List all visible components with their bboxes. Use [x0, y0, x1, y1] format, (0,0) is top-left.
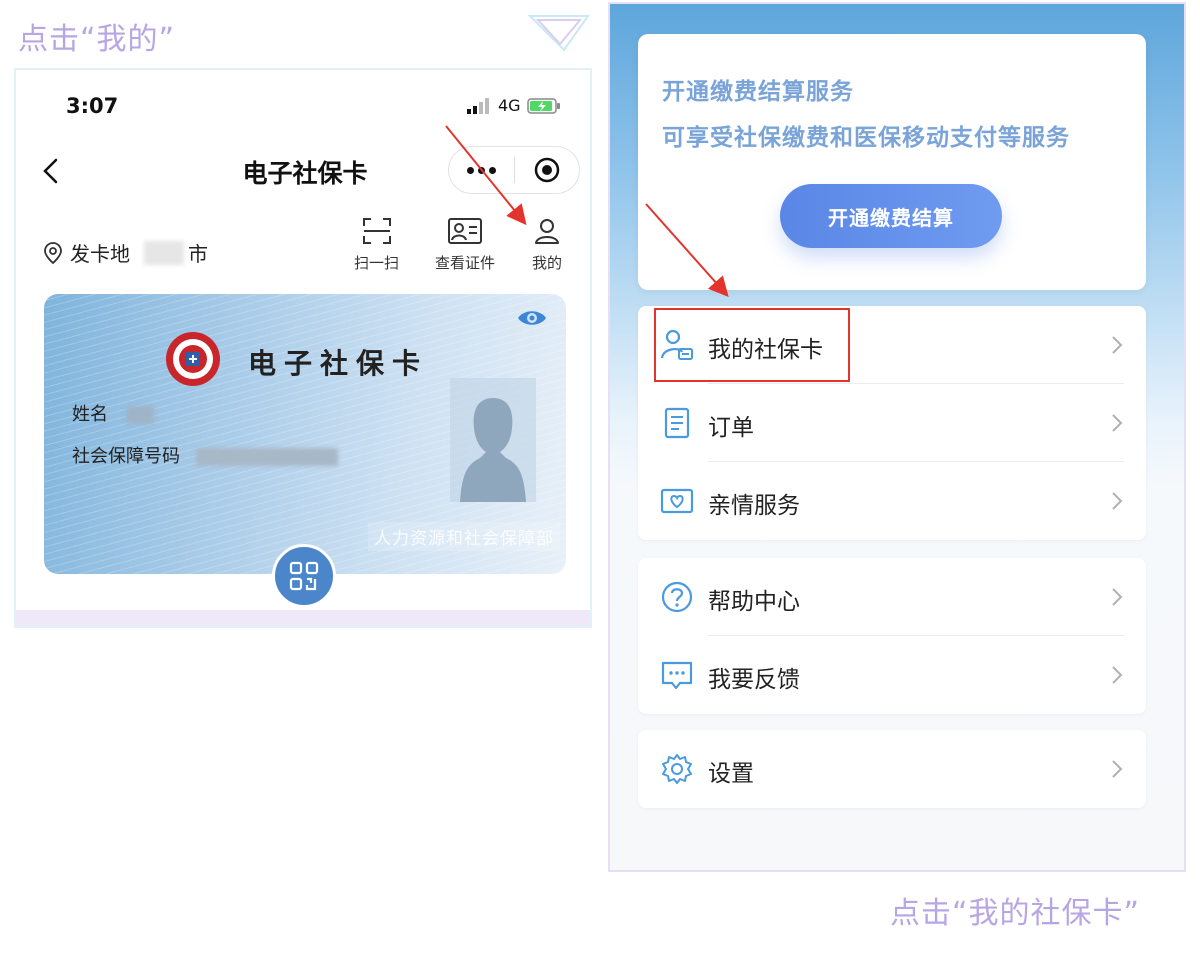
menu-label-help-center: 帮助中心	[708, 589, 800, 615]
chevron-right-icon	[1112, 336, 1123, 354]
enable-settlement-button[interactable]: 开通缴费结算	[780, 184, 1002, 248]
menu-label-orders: 订单	[708, 415, 754, 441]
payment-settlement-promo: 开通缴费结算服务 可享受社保缴费和医保移动支付等服务 开通缴费结算	[638, 34, 1146, 290]
menu-item-family-service[interactable]: 亲情服务	[638, 462, 1146, 540]
location-pin-icon	[44, 241, 62, 264]
promo-subline: 可享受社保缴费和医保移动支付等服务	[662, 125, 1070, 151]
menu-label-settings: 设置	[708, 761, 754, 787]
status-time: 3:07	[66, 94, 119, 118]
scan-icon	[362, 218, 391, 244]
location-suffix: 市	[188, 242, 208, 266]
my-profile-screen: 开通缴费结算服务 可享受社保缴费和医保移动支付等服务 开通缴费结算 我的社保卡	[608, 2, 1186, 872]
person-icon	[535, 219, 559, 244]
chevron-right-icon	[1112, 760, 1123, 778]
menu-item-help-center[interactable]: 帮助中心	[638, 558, 1146, 636]
battery-charging-icon	[526, 97, 560, 114]
issuing-location[interactable]: 发卡地 市	[42, 238, 208, 267]
signal-bars-icon	[467, 97, 489, 114]
menu-item-orders[interactable]: 订单	[638, 384, 1146, 462]
name-label: 姓名	[72, 404, 108, 425]
view-id-label: 查看证件	[435, 254, 496, 272]
menu-group-support: 帮助中心 我要反馈	[638, 558, 1146, 714]
promo-headline: 开通缴费结算服务	[662, 79, 854, 105]
decorative-triangle-icon	[528, 15, 590, 52]
menu-group-primary: 我的社保卡 订单 亲情服务	[638, 306, 1146, 540]
my-profile-label: 我的	[532, 254, 563, 272]
id-card-icon	[448, 218, 482, 244]
location-prefix: 发卡地	[70, 242, 130, 266]
card-title: 电子社保卡	[248, 347, 429, 380]
card-issuer: 人力资源和社会保障部	[368, 522, 560, 551]
scan-label: 扫一扫	[354, 254, 400, 272]
number-label: 社会保障号码	[72, 446, 180, 467]
card-name-row: 姓名	[72, 400, 154, 426]
gear-icon	[662, 754, 692, 784]
menu-item-settings[interactable]: 设置	[638, 730, 1146, 808]
blurred-number	[195, 448, 338, 466]
target-circle-icon[interactable]	[515, 156, 579, 184]
annotation-highlight-box	[654, 308, 850, 382]
chevron-right-icon	[1112, 588, 1123, 606]
mini-program-home-screen: 3:07 4G 电子社保卡 发卡地 市 扫一扫 查看证件 我的 电子社保卡 姓名…	[14, 68, 592, 628]
mini-program-capsule	[448, 146, 580, 194]
status-indicators: 4G	[466, 96, 563, 115]
card-number-row: 社会保障号码	[72, 442, 338, 468]
menu-label-family-service: 亲情服务	[708, 493, 800, 519]
social-security-card[interactable]: 电子社保卡 姓名 社会保障号码 人力资源和社会保障部	[44, 294, 566, 574]
qr-code-button[interactable]	[272, 544, 336, 608]
menu-item-my-card[interactable]: 我的社保卡	[638, 306, 1146, 384]
my-profile-action[interactable]: 我的	[532, 216, 562, 273]
document-icon	[664, 407, 690, 439]
chevron-right-icon	[1112, 666, 1123, 684]
panel-bottom-band	[16, 610, 590, 626]
heart-card-icon	[660, 488, 694, 514]
portrait-photo	[450, 378, 536, 502]
social-security-emblem	[166, 332, 220, 386]
menu-item-feedback[interactable]: 我要反馈	[638, 636, 1146, 714]
scan-action[interactable]: 扫一扫	[354, 216, 399, 273]
blurred-name	[125, 406, 154, 424]
chevron-right-icon	[1112, 414, 1123, 432]
eye-icon[interactable]	[516, 306, 548, 330]
question-circle-icon	[661, 581, 693, 613]
network-type: 4G	[498, 96, 521, 115]
instruction-caption-left: 点击“我的”	[18, 22, 176, 57]
view-id-action[interactable]: 查看证件	[435, 216, 495, 273]
menu-group-settings: 设置	[638, 730, 1146, 808]
blurred-city-name	[144, 240, 184, 265]
instruction-caption-right: 点击“我的社保卡”	[890, 896, 1141, 931]
more-dots-icon[interactable]	[449, 166, 514, 174]
chevron-right-icon	[1112, 492, 1123, 510]
chat-bubble-icon	[661, 661, 693, 690]
menu-label-feedback: 我要反馈	[708, 667, 800, 693]
qr-code-icon	[289, 561, 319, 591]
